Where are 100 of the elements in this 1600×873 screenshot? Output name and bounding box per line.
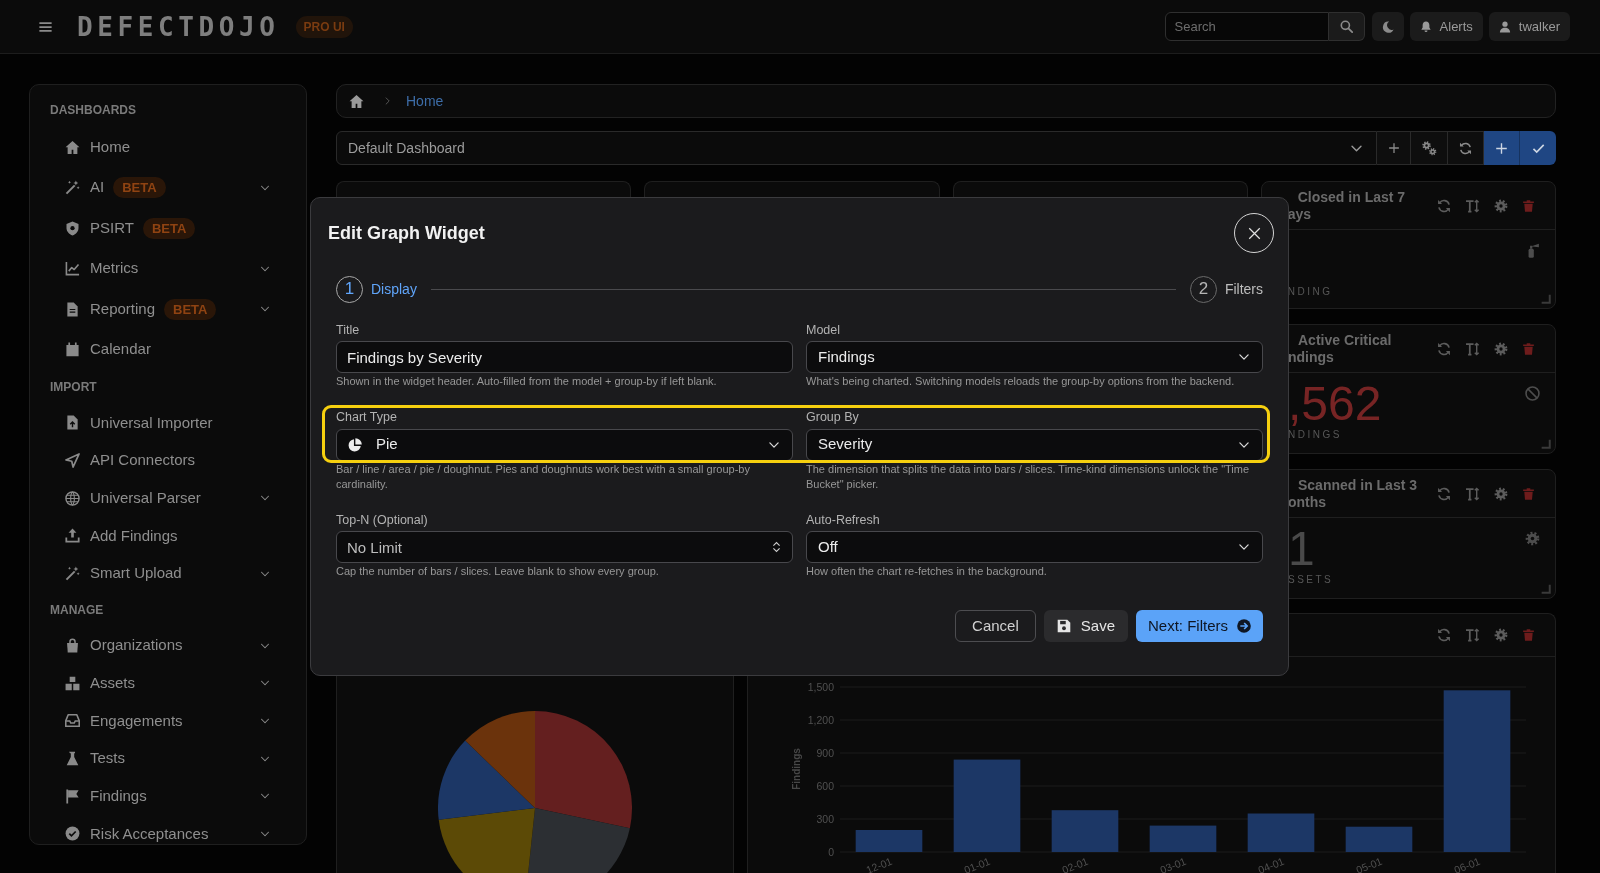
settings-icon[interactable] (1494, 486, 1508, 501)
stat-value: 1 (1288, 525, 1315, 573)
bell-icon (1419, 20, 1432, 33)
refresh-button[interactable] (1448, 131, 1484, 165)
sidebar-item[interactable]: Universal Importer (50, 404, 270, 442)
navigation-arrow-icon (65, 453, 80, 469)
beta-badge: BETA (164, 298, 217, 320)
plus-icon (1387, 142, 1400, 154)
text-size-icon[interactable] (1465, 341, 1480, 356)
text-input[interactable]: Findings by Severity (336, 341, 793, 373)
chevron-down-icon[interactable] (260, 304, 270, 314)
add-button[interactable] (1377, 131, 1411, 165)
help-text: What's being charted. Switching models reloads the group-by options from the backend. (806, 374, 1236, 389)
breadcrumb-link[interactable]: Home (406, 90, 444, 112)
refresh-icon[interactable] (1437, 198, 1451, 213)
settings-button[interactable] (1411, 131, 1448, 165)
sidebar-item[interactable]: API Connectors (50, 441, 270, 480)
sidebar-item[interactable]: Engagements (50, 702, 270, 740)
user-icon (1498, 20, 1511, 33)
delete-icon[interactable] (1522, 341, 1535, 356)
step-label[interactable]: Display (371, 278, 417, 300)
resize-handle-icon[interactable] (1541, 439, 1551, 449)
cancel-button[interactable]: Cancel (955, 610, 1036, 642)
chevron-down-icon (1238, 541, 1250, 553)
up-down-arrows-icon[interactable] (771, 540, 782, 554)
dropdown[interactable]: Severity (806, 428, 1263, 461)
axis-tick-label: 1,500 (807, 680, 834, 693)
flask-icon (65, 751, 80, 767)
widget-title: Scanned in Last 3 (1297, 476, 1418, 494)
sidebar-item[interactable]: Calendar (50, 329, 270, 370)
delete-icon[interactable] (1522, 628, 1535, 642)
alerts-button[interactable]: Alerts (1409, 12, 1483, 41)
sidebar-item[interactable]: Reporting BETA (50, 288, 270, 330)
sidebar-item[interactable]: PSIRT BETA (50, 207, 270, 249)
logo: DEFECTDOJO (77, 11, 280, 42)
stat-caption: NDING (1287, 285, 1333, 299)
check-circle-icon (65, 826, 80, 842)
settings-icon[interactable] (1494, 628, 1508, 642)
search-field[interactable]: Search (1164, 12, 1329, 41)
resize-handle-icon[interactable] (1541, 294, 1551, 304)
resize-handle-icon[interactable] (1541, 584, 1551, 594)
dropdown[interactable]: Findings (806, 341, 1263, 373)
delete-icon[interactable] (1522, 198, 1535, 213)
number-input[interactable]: No Limit (336, 531, 793, 563)
refresh-icon[interactable] (1437, 486, 1451, 501)
axis-title: Findings (791, 748, 802, 790)
dropdown[interactable]: Pie (336, 428, 793, 461)
axis-tick-label: 1,200 (807, 713, 834, 726)
sidebar-item[interactable]: Metrics (50, 248, 270, 289)
step-label[interactable]: Filters (1224, 278, 1263, 300)
shield-icon (65, 220, 80, 236)
bar[interactable] (1149, 825, 1217, 852)
inbox-icon (65, 713, 80, 729)
confirm-button[interactable] (1519, 131, 1556, 165)
settings-icon[interactable] (1494, 198, 1508, 213)
help-text: The dimension that splits the data into bars / slices. Time-kind dimensions unlock the "Time Bucket" picker. (806, 461, 1251, 492)
sidebar-item[interactable]: AI BETA (50, 167, 270, 208)
delete-icon[interactable] (1522, 486, 1535, 501)
bar[interactable] (1051, 810, 1119, 852)
bar[interactable] (1247, 813, 1315, 852)
sidebar-item[interactable]: Tests (50, 739, 270, 778)
sidebar-item[interactable]: Add Findings (50, 517, 270, 555)
user-menu-button[interactable]: twalker (1488, 12, 1570, 41)
menu-icon[interactable] (38, 19, 53, 34)
axis-tick-label: 300 (816, 812, 834, 825)
bar[interactable] (1345, 826, 1413, 852)
text-size-icon[interactable] (1465, 198, 1480, 213)
text-size-icon[interactable] (1465, 628, 1480, 642)
theme-toggle-button[interactable] (1371, 12, 1404, 41)
home-icon[interactable] (349, 93, 364, 109)
sidebar-item[interactable]: Risk Acceptances (50, 815, 270, 844)
settings-icon[interactable] (1494, 341, 1508, 356)
ban-icon (1525, 386, 1540, 401)
text-size-icon[interactable] (1465, 486, 1480, 501)
next-button[interactable]: Next: Filters (1136, 610, 1263, 642)
sidebar-item[interactable]: Home (50, 126, 270, 168)
dropdown[interactable]: Off (806, 531, 1263, 563)
sidebar-item[interactable]: Smart Upload (50, 554, 270, 593)
bar[interactable] (855, 830, 923, 852)
chevron-right-icon (383, 96, 392, 106)
edition-badge: PRO UI (295, 15, 353, 38)
section-heading: DASHBOARDS (50, 102, 137, 119)
add-button[interactable] (1484, 131, 1519, 165)
sidebar-item[interactable]: Findings (50, 777, 270, 816)
moon-icon (1381, 20, 1394, 33)
magic-wand-icon (65, 180, 80, 195)
search-button[interactable] (1328, 12, 1365, 41)
refresh-icon[interactable] (1437, 628, 1451, 642)
dashboard-dropdown[interactable]: Default Dashboard (336, 131, 1377, 165)
sidebar-item[interactable]: Organizations (50, 626, 270, 665)
sidebar-item[interactable]: Assets (50, 664, 270, 703)
cubes-icon (65, 675, 80, 691)
help-text: Cap the number of bars / slices. Leave blank to show every group. (336, 564, 660, 579)
sidebar-item[interactable]: Universal Parser (50, 479, 270, 518)
field-label: Chart Type (336, 410, 398, 425)
save-button[interactable]: Save (1043, 610, 1128, 642)
bar[interactable] (1443, 690, 1511, 852)
bar[interactable] (953, 759, 1021, 852)
refresh-icon[interactable] (1437, 341, 1451, 356)
help-text: Shown in the widget header. Auto-filled from the model + group-by if left blank. (336, 374, 718, 389)
